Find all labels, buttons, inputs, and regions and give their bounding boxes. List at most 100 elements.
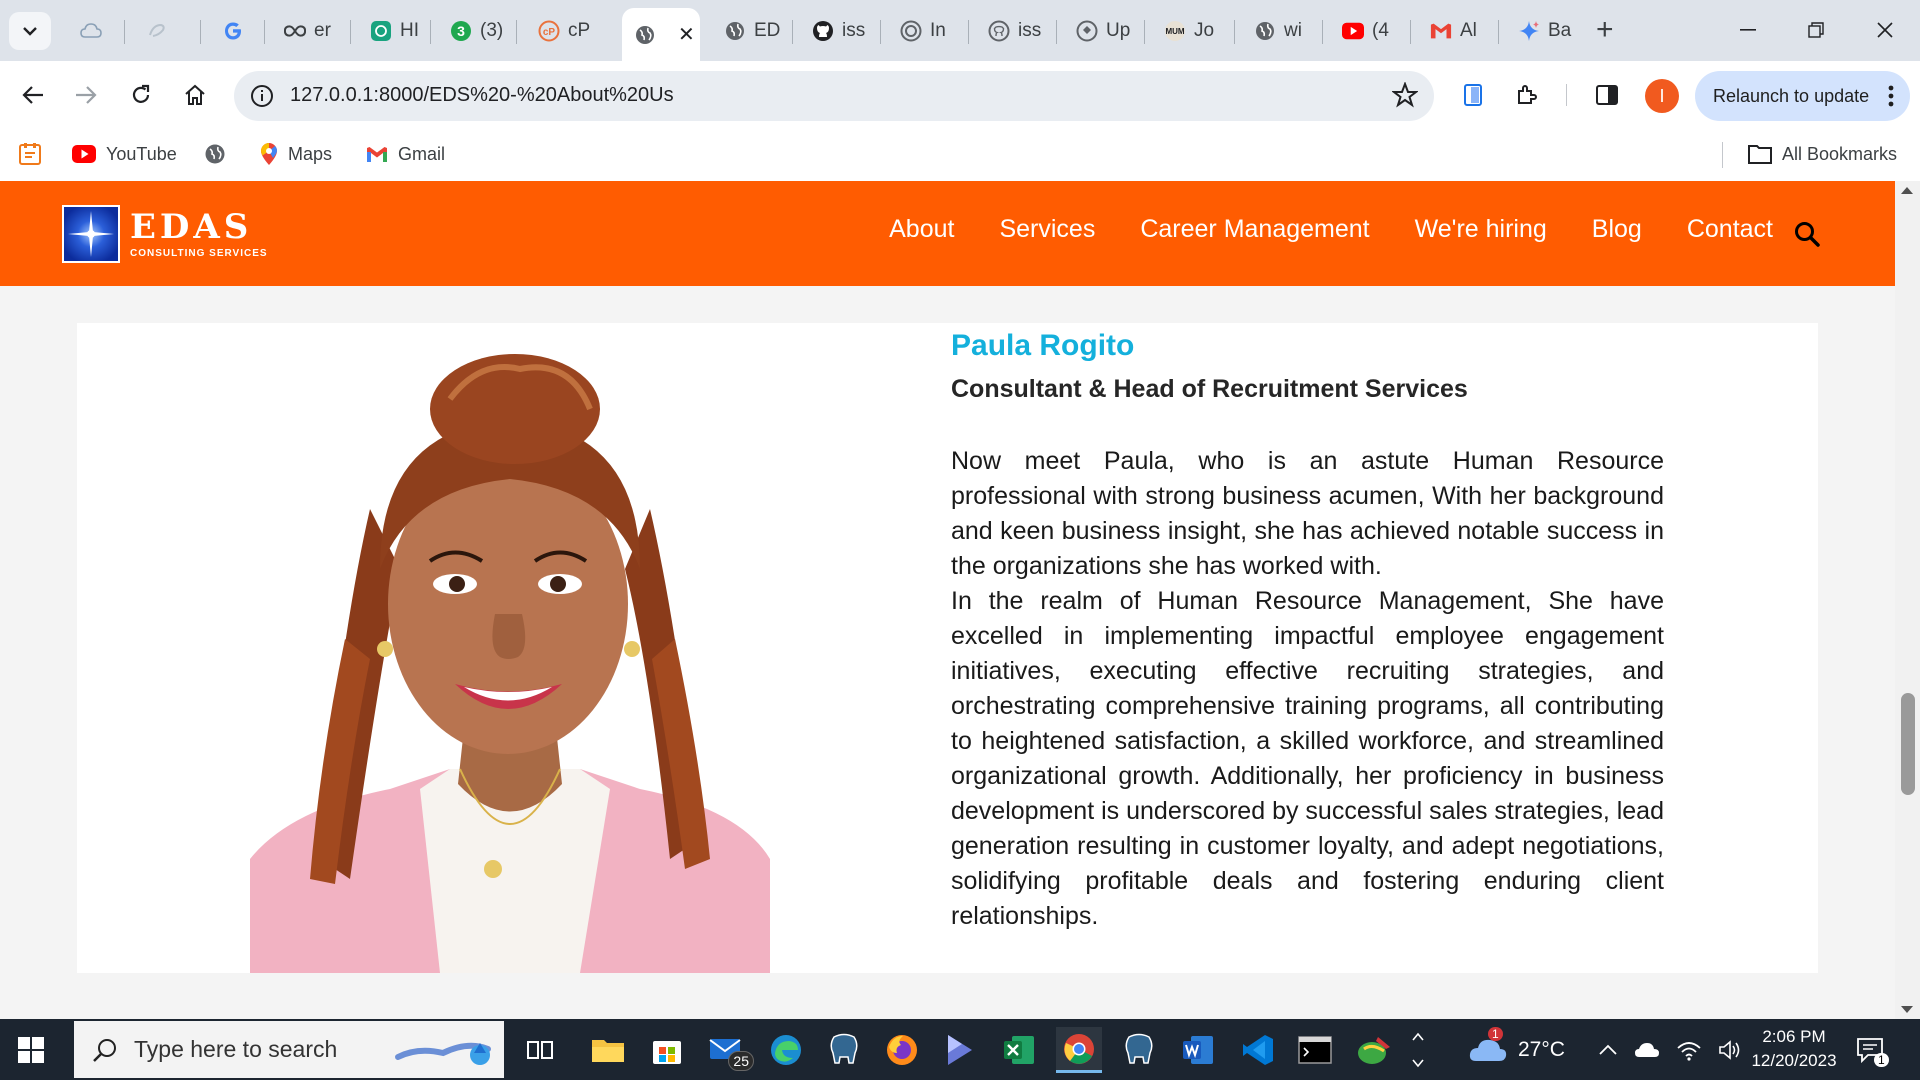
tab-7[interactable]: cP cP bbox=[524, 10, 608, 52]
puzzle-icon bbox=[1518, 85, 1537, 104]
all-bookmarks-button[interactable]: All Bookmarks bbox=[1748, 139, 1897, 169]
taskbar-task-view[interactable] bbox=[517, 1027, 563, 1073]
start-button[interactable] bbox=[18, 1037, 44, 1068]
taskbar-search-placeholder: Type here to search bbox=[134, 1036, 338, 1062]
profile-avatar[interactable]: I bbox=[1645, 79, 1679, 113]
taskbar-power-automate[interactable] bbox=[937, 1027, 983, 1073]
taskbar-terminal[interactable] bbox=[1292, 1027, 1338, 1073]
wifi-icon[interactable] bbox=[1676, 1039, 1702, 1061]
clock-date: 12/20/2023 bbox=[1751, 1051, 1837, 1070]
page-scrollbar[interactable] bbox=[1895, 181, 1920, 1019]
nav-career-management[interactable]: Career Management bbox=[1140, 215, 1369, 244]
site-logo[interactable]: EDAS CONSULTING SERVICES bbox=[62, 205, 268, 263]
task-view-icon bbox=[527, 1041, 553, 1059]
restore-button[interactable] bbox=[1793, 14, 1839, 46]
bookmark-maps[interactable]: Maps bbox=[260, 139, 332, 169]
volume-icon[interactable] bbox=[1718, 1039, 1742, 1061]
tab-16[interactable]: (4 bbox=[1328, 10, 1408, 52]
tab-active[interactable]: ✕ bbox=[622, 8, 700, 61]
tab-cloud[interactable] bbox=[66, 10, 124, 52]
tab-4[interactable]: er bbox=[270, 10, 350, 52]
bookmark-star-icon[interactable] bbox=[1391, 81, 1419, 113]
relaunch-button[interactable]: Relaunch to update bbox=[1695, 71, 1910, 121]
scrollbar-thumb[interactable] bbox=[1901, 693, 1915, 795]
taskbar-file-explorer[interactable] bbox=[585, 1027, 631, 1073]
windows-logo-icon bbox=[18, 1037, 44, 1063]
bookmark-label: Maps bbox=[288, 143, 333, 164]
tab-10[interactable]: iss bbox=[798, 10, 880, 52]
taskbar-word[interactable] bbox=[1175, 1027, 1221, 1073]
tab-search-button[interactable] bbox=[9, 12, 51, 50]
taskbar-vscode[interactable] bbox=[1235, 1027, 1281, 1073]
bookmark-globe[interactable] bbox=[204, 139, 226, 169]
elephant-icon bbox=[1125, 1033, 1153, 1064]
chevron-up-icon[interactable] bbox=[1598, 1044, 1618, 1056]
nav-services[interactable]: Services bbox=[999, 215, 1095, 244]
url-text[interactable]: 127.0.0.1:8000/EDS%20-%20About%20Us bbox=[290, 84, 674, 107]
address-bar[interactable]: 127.0.0.1:8000/EDS%20-%20About%20Us bbox=[234, 71, 1434, 121]
taskbar-chrome[interactable] bbox=[1056, 1027, 1102, 1073]
extensions-button[interactable] bbox=[1510, 78, 1544, 112]
site-info-icon[interactable] bbox=[250, 84, 274, 113]
bookmark-youtube[interactable]: YouTube bbox=[72, 139, 177, 169]
tab-label: wi bbox=[1284, 20, 1302, 41]
tab-11[interactable]: In bbox=[886, 10, 966, 52]
tab-swirl[interactable] bbox=[132, 10, 200, 52]
weather-widget[interactable]: 1 27°C bbox=[1468, 1019, 1565, 1080]
forward-button[interactable] bbox=[69, 78, 103, 112]
tab-12[interactable]: iss bbox=[974, 10, 1054, 52]
tab-18[interactable]: Ba bbox=[1504, 10, 1584, 52]
nav-contact[interactable]: Contact bbox=[1687, 215, 1773, 244]
home-button[interactable] bbox=[178, 78, 212, 112]
tab-5[interactable]: HI bbox=[356, 10, 430, 52]
tab-label: Ba bbox=[1548, 20, 1572, 41]
taskbar-store[interactable] bbox=[644, 1027, 690, 1073]
nav-about[interactable]: About bbox=[889, 215, 954, 244]
scroll-down-icon[interactable] bbox=[1901, 1006, 1913, 1013]
taskbar-search[interactable]: Type here to search bbox=[74, 1021, 504, 1078]
bookmark-label: YouTube bbox=[106, 143, 177, 164]
notifications-button[interactable]: 1 bbox=[1856, 1019, 1889, 1080]
page-viewport: EDAS CONSULTING SERVICES About Services … bbox=[0, 181, 1920, 1019]
taskbar-app-map[interactable] bbox=[1351, 1027, 1397, 1073]
clock-time: 2:06 PM bbox=[1762, 1027, 1826, 1046]
bookmark-gmail[interactable]: Gmail bbox=[366, 139, 445, 169]
side-panel-button[interactable] bbox=[1590, 78, 1624, 112]
google-lens-button[interactable] bbox=[1457, 78, 1491, 112]
tab-6[interactable]: 3 (3) bbox=[436, 10, 516, 52]
profile-title: Consultant & Head of Recruitment Service… bbox=[951, 375, 1468, 403]
taskbar-excel[interactable] bbox=[996, 1027, 1042, 1073]
tab-google[interactable] bbox=[208, 10, 264, 52]
back-button[interactable] bbox=[16, 78, 50, 112]
taskbar-postgres[interactable] bbox=[821, 1027, 867, 1073]
scroll-up-icon[interactable] bbox=[1901, 187, 1913, 194]
tab-14[interactable]: MUM Jo bbox=[1150, 10, 1232, 52]
onedrive-icon[interactable] bbox=[1634, 1041, 1660, 1059]
taskbar-edge[interactable] bbox=[763, 1027, 809, 1073]
folder-icon bbox=[1748, 145, 1772, 164]
search-icon[interactable] bbox=[1794, 221, 1820, 252]
maps-pin-icon bbox=[261, 143, 277, 165]
tab-17[interactable]: Al bbox=[1416, 10, 1496, 52]
close-tab-icon[interactable]: ✕ bbox=[678, 22, 695, 47]
nav-hiring[interactable]: We're hiring bbox=[1415, 215, 1547, 244]
taskbar-pgadmin[interactable] bbox=[1116, 1027, 1162, 1073]
minimize-button[interactable] bbox=[1725, 14, 1771, 46]
excel-icon bbox=[1004, 1036, 1034, 1064]
weather-temperature: 27°C bbox=[1518, 1037, 1565, 1061]
reload-button[interactable] bbox=[124, 78, 158, 112]
tab-label: (3) bbox=[480, 20, 504, 41]
close-window-button[interactable] bbox=[1862, 14, 1908, 46]
bookmark-apps[interactable] bbox=[18, 139, 42, 169]
terminal-icon bbox=[1298, 1036, 1332, 1064]
tab-15[interactable]: wi bbox=[1240, 10, 1320, 52]
tab-9[interactable]: ED bbox=[710, 10, 790, 52]
new-tab-button[interactable]: + bbox=[1596, 14, 1614, 46]
home-icon bbox=[185, 84, 205, 105]
taskbar-clock[interactable]: 2:06 PM 12/20/2023 bbox=[1742, 1025, 1846, 1073]
tray-scroll-arrows[interactable] bbox=[1410, 1019, 1426, 1080]
taskbar-mail[interactable]: 25 bbox=[704, 1027, 754, 1073]
taskbar-firefox[interactable] bbox=[879, 1027, 925, 1073]
nav-blog[interactable]: Blog bbox=[1592, 215, 1642, 244]
tab-13[interactable]: Up bbox=[1062, 10, 1142, 52]
